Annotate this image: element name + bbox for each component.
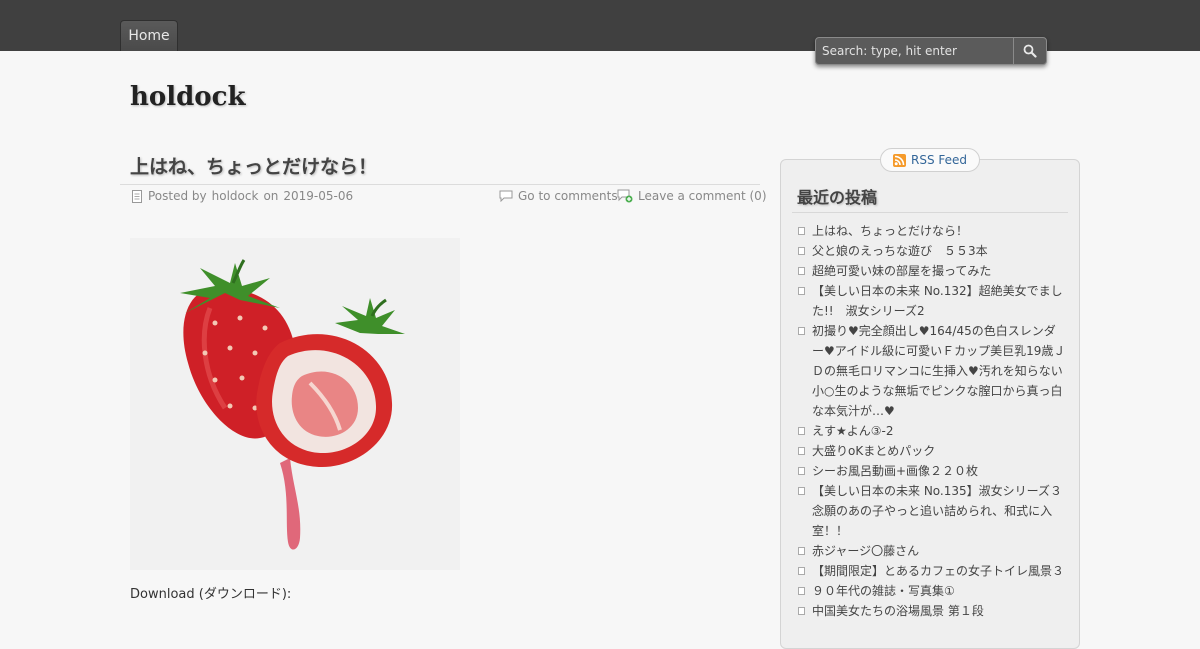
recent-posts-heading: 最近の投稿 bbox=[797, 188, 878, 207]
bullet-icon bbox=[798, 587, 805, 595]
recent-post-link[interactable]: 父と娘のえっちな遊び ５５3本 bbox=[812, 244, 988, 258]
list-item[interactable]: 超絶可愛い妹の部屋を撮ってみた bbox=[796, 261, 1066, 281]
strawberry-illustration bbox=[180, 259, 405, 550]
list-item[interactable]: 初撮り♥完全顔出し♥164/45の色白スレンダー♥アイドル級に可愛いＦカップ美巨… bbox=[796, 321, 1066, 421]
list-item[interactable]: 父と娘のえっちな遊び ５５3本 bbox=[796, 241, 1066, 261]
search-button[interactable] bbox=[1013, 38, 1046, 64]
nav-home-tab[interactable]: Home bbox=[120, 20, 178, 51]
bullet-icon bbox=[798, 227, 805, 235]
rss-feed-label: RSS Feed bbox=[910, 153, 967, 167]
bullet-icon bbox=[798, 247, 805, 255]
comment-add-icon bbox=[617, 189, 633, 203]
bullet-icon bbox=[798, 467, 805, 475]
list-item[interactable]: 大盛りoKまとめパック bbox=[796, 441, 1066, 461]
recent-post-link[interactable]: ９０年代の雑誌・写真集① bbox=[812, 584, 955, 598]
list-item[interactable]: 【美しい日本の未来 No.135】淑女シリーズ３念願のあの子やっと追い詰められ、… bbox=[796, 481, 1066, 541]
post-meta: Posted by holdock on 2019-05-06 bbox=[131, 189, 353, 203]
bullet-icon bbox=[798, 547, 805, 555]
leave-comment-group[interactable]: Leave a comment (0) bbox=[617, 189, 767, 203]
go-to-comments-link[interactable]: Go to comments bbox=[518, 189, 618, 203]
rss-icon bbox=[892, 153, 906, 167]
recent-post-link[interactable]: 中国美女たちの浴場風景 第１段 bbox=[812, 604, 984, 618]
list-item[interactable]: 赤ジャージ〇藤さん bbox=[796, 541, 1066, 561]
comments-link-group[interactable]: Go to comments bbox=[499, 189, 618, 203]
list-item[interactable]: 中国美女たちの浴場風景 第１段 bbox=[796, 601, 1066, 621]
recent-post-link[interactable]: えす★よん③-2 bbox=[812, 424, 893, 438]
posted-on-word: on bbox=[263, 189, 279, 203]
recent-post-link[interactable]: 赤ジャージ〇藤さん bbox=[812, 544, 919, 558]
list-item[interactable]: 【期間限定】とあるカフェの女子トイレ風景３ bbox=[796, 561, 1066, 581]
rss-feed-button[interactable]: RSS Feed bbox=[880, 148, 980, 172]
post-title[interactable]: 上はね、ちょっとだけなら！ bbox=[130, 152, 377, 179]
bullet-icon bbox=[798, 447, 805, 455]
bullet-icon bbox=[798, 487, 805, 495]
recent-post-link[interactable]: 【美しい日本の未来 No.135】淑女シリーズ３念願のあの子やっと追い詰められ、… bbox=[812, 484, 1062, 538]
list-item[interactable]: 上はね、ちょっとだけなら！ bbox=[796, 221, 1066, 241]
download-label: Download (ダウンロード): bbox=[130, 587, 292, 602]
recent-post-link[interactable]: 上はね、ちょっとだけなら！ bbox=[812, 224, 968, 238]
recent-posts-list: 上はね、ちょっとだけなら！ 父と娘のえっちな遊び ５５3本 超絶可愛い妹の部屋を… bbox=[796, 221, 1066, 621]
recent-posts-divider bbox=[792, 212, 1068, 213]
bullet-icon bbox=[798, 607, 805, 615]
search-box bbox=[815, 37, 1047, 65]
bullet-icon bbox=[798, 427, 805, 435]
search-input[interactable] bbox=[816, 38, 1014, 64]
recent-post-link[interactable]: シーお風呂動画+画像２２０枚 bbox=[812, 464, 978, 478]
speech-bubble-icon bbox=[499, 190, 513, 202]
document-icon bbox=[132, 189, 142, 203]
leave-comment-link[interactable]: Leave a comment (0) bbox=[638, 189, 767, 203]
recent-post-link[interactable]: 初撮り♥完全顔出し♥164/45の色白スレンダー♥アイドル級に可愛いＦカップ美巨… bbox=[812, 324, 1065, 418]
bullet-icon bbox=[798, 327, 805, 335]
bullet-icon bbox=[798, 287, 805, 295]
magnifier-icon bbox=[1023, 44, 1037, 58]
list-item[interactable]: シーお風呂動画+画像２２０枚 bbox=[796, 461, 1066, 481]
recent-post-link[interactable]: 【期間限定】とあるカフェの女子トイレ風景３ bbox=[812, 564, 1064, 578]
post-title-divider bbox=[120, 184, 760, 185]
bullet-icon bbox=[798, 567, 805, 575]
site-title[interactable]: holdock bbox=[130, 82, 246, 112]
bullet-icon bbox=[798, 267, 805, 275]
recent-post-link[interactable]: 【美しい日本の未来 No.132】超絶美女でました!! 淑女シリーズ2 bbox=[812, 284, 1063, 318]
list-item[interactable]: ９０年代の雑誌・写真集① bbox=[796, 581, 1066, 601]
post-author-link[interactable]: holdock bbox=[212, 189, 259, 203]
recent-post-link[interactable]: 超絶可愛い妹の部屋を撮ってみた bbox=[812, 264, 991, 278]
recent-post-link[interactable]: 大盛りoKまとめパック bbox=[812, 444, 935, 458]
list-item[interactable]: えす★よん③-2 bbox=[796, 421, 1066, 441]
posted-by-prefix: Posted by bbox=[148, 189, 207, 203]
post-date: 2019-05-06 bbox=[283, 189, 354, 203]
list-item[interactable]: 【美しい日本の未来 No.132】超絶美女でました!! 淑女シリーズ2 bbox=[796, 281, 1066, 321]
post-image-strawberries[interactable] bbox=[130, 238, 460, 570]
